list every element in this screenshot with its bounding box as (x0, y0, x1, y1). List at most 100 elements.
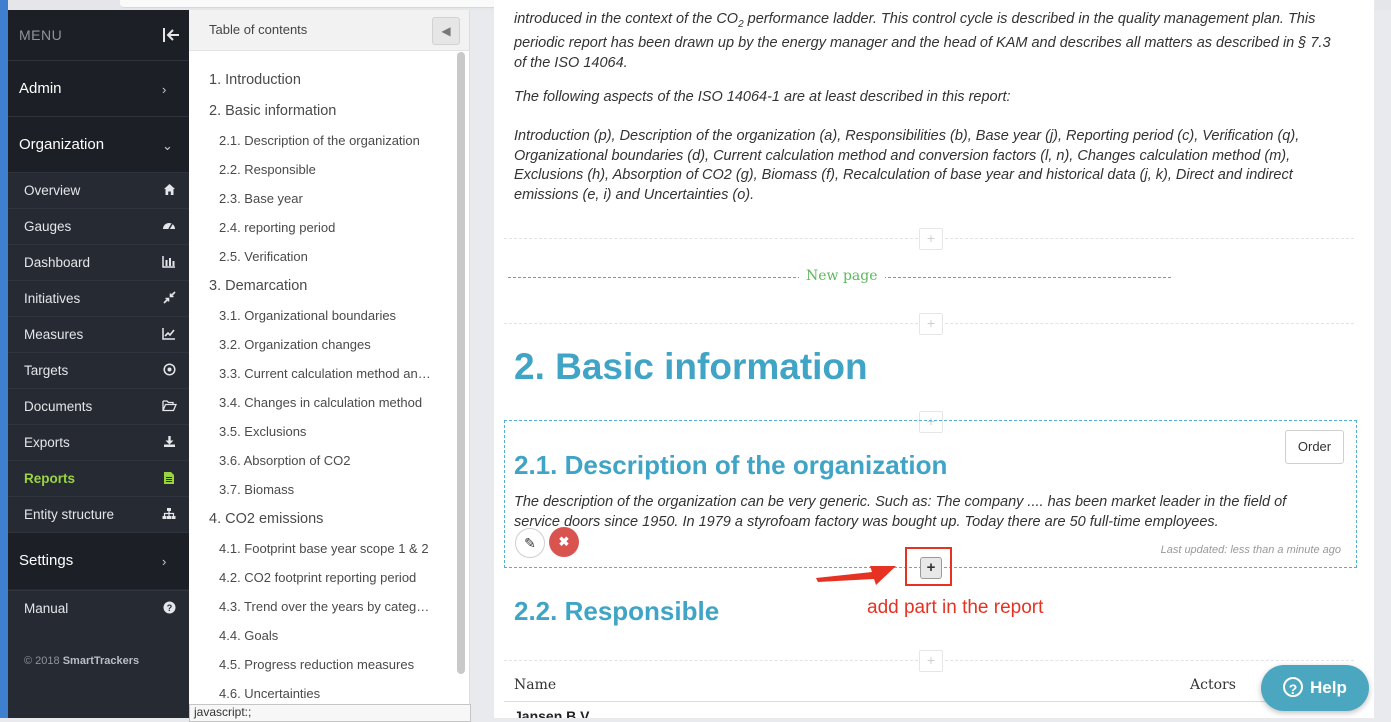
toc-item[interactable]: 3.1. Organizational boundaries (219, 308, 434, 323)
annotation-highlight-box (905, 547, 952, 586)
close-icon: ✖ (558, 534, 570, 549)
aspects-intro: The following aspects of the ISO 14064-1… (514, 89, 1011, 105)
sidebar-group-label: Admin (19, 80, 62, 97)
new-page-label: New page (799, 268, 885, 284)
toc-item[interactable]: 4.5. Progress reduction measures (219, 657, 434, 672)
pencil-icon: ✎ (524, 535, 536, 551)
subsection-heading: 2.1. Description of the organization (514, 450, 948, 480)
sidebar-item-initiatives[interactable]: Initiatives (8, 280, 189, 317)
copyright: © 2018 SmartTrackers (24, 655, 139, 667)
toc-scrollbar[interactable] (457, 52, 465, 674)
sidebar-item-targets[interactable]: Targets (8, 352, 189, 389)
sidebar-group-label: Organization (19, 136, 105, 153)
sidebar-item-label: Targets (24, 363, 69, 378)
toc-item[interactable]: 3.2. Organization changes (219, 337, 434, 352)
compress-icon (162, 291, 176, 305)
table-header-actors: Actors (1190, 677, 1236, 693)
line-chart-icon (162, 327, 176, 341)
toc-item[interactable]: 4.3. Trend over the years by category (219, 599, 434, 614)
report-editor: introduced in the context of the CO2 per… (494, 0, 1374, 718)
toc-item[interactable]: 4. CO2 emissions (209, 511, 444, 527)
copyright-year: © 2018 (24, 655, 60, 667)
bar-chart-icon (162, 255, 176, 269)
sidebar-item-label: Reports (24, 471, 76, 486)
chevron-left-icon: ◀ (441, 24, 451, 38)
sidebar-group-admin[interactable]: Admin › (8, 60, 189, 117)
insert-part-button[interactable]: + (919, 313, 943, 335)
svg-text:?: ? (166, 603, 172, 613)
help-label: Help (1310, 678, 1347, 697)
sidebar-group-settings[interactable]: Settings › (8, 532, 189, 589)
chevron-down-icon: ⌄ (162, 138, 173, 153)
subsection-heading: 2.2. Responsible (514, 596, 720, 626)
tachometer-icon (162, 219, 176, 233)
table-cell-name: Jansen B.V. (514, 708, 593, 718)
sidebar-item-overview[interactable]: Overview (8, 172, 189, 209)
annotation-arrow-icon (816, 566, 896, 585)
toc-item[interactable]: 4.2. CO2 footprint reporting period (219, 570, 434, 585)
sidebar-item-entity-structure[interactable]: Entity structure (8, 496, 189, 533)
sidebar-item-label: Documents (24, 399, 93, 414)
sidebar-item-label: Initiatives (24, 291, 81, 306)
insert-part-button[interactable]: + (919, 650, 943, 672)
toc-title: Table of contents (209, 22, 308, 37)
browser-status-bar: javascript:; (189, 704, 471, 722)
section-heading: 2. Basic information (514, 346, 868, 387)
delete-part-button[interactable]: ✖ (549, 527, 579, 557)
toc-item[interactable]: 4.4. Goals (219, 628, 434, 643)
sidebar-item-label: Exports (24, 435, 70, 450)
toc-header: Table of contents ◀ (189, 10, 469, 51)
sidebar-item-dashboard[interactable]: Dashboard (8, 244, 189, 281)
sidebar-item-reports[interactable]: Reports (8, 460, 189, 497)
edit-part-button[interactable]: ✎ (515, 528, 545, 558)
sidebar-item-label: Gauges (24, 219, 72, 234)
collapse-toc-button[interactable]: ◀ (432, 17, 460, 45)
toc-item[interactable]: 4.6. Uncertainties (219, 686, 434, 701)
collapse-sidebar-icon[interactable] (162, 27, 180, 43)
help-button[interactable]: ? Help (1261, 665, 1369, 711)
sidebar-item-documents[interactable]: Documents (8, 388, 189, 425)
sidebar-item-label: Manual (24, 601, 69, 616)
sidebar-item-gauges[interactable]: Gauges (8, 208, 189, 245)
annotation-label: add part in the report (867, 597, 1044, 618)
last-updated-text: Last updated: less than a minute ago (1160, 544, 1341, 556)
bullseye-icon (162, 363, 176, 377)
chevron-right-icon: › (162, 82, 167, 97)
table-header-name: Name (514, 677, 557, 693)
sidebar-item-manual[interactable]: Manual ? (8, 590, 189, 627)
toc-item[interactable]: 2.1. Description of the organization (219, 133, 434, 148)
toc-item[interactable]: 2. Basic information (209, 103, 444, 119)
sidebar-item-exports[interactable]: Exports (8, 424, 189, 461)
toc-item[interactable]: 2.3. Base year (219, 191, 434, 206)
folder-open-icon (162, 399, 177, 413)
window-left-edge (0, 0, 8, 718)
home-icon (162, 183, 176, 197)
toc-item[interactable]: 2.5. Verification (219, 249, 434, 264)
toc-item[interactable]: 3.3. Current calculation method and conv… (219, 366, 434, 381)
copyright-brand: SmartTrackers (62, 655, 140, 667)
toc-item[interactable]: 3. Demarcation (209, 278, 444, 294)
sidebar-item-measures[interactable]: Measures (8, 316, 189, 353)
sidebar-item-label: Dashboard (24, 255, 91, 270)
intro-text: introduced in the context of the CO (514, 11, 739, 27)
organization-description: The description of the organization can … (514, 494, 1287, 530)
sidebar-header: MENU (8, 10, 189, 60)
order-button[interactable]: Order (1285, 430, 1344, 464)
toc-item[interactable]: 3.4. Changes in calculation method (219, 395, 434, 410)
toc-item[interactable]: 2.2. Responsible (219, 162, 434, 177)
toc-item[interactable]: 3.6. Absorption of CO2 (219, 453, 434, 468)
sidebar-item-label: Overview (24, 183, 81, 198)
toc-item[interactable]: 3.5. Exclusions (219, 424, 434, 439)
toc-item[interactable]: 3.7. Biomass (219, 482, 434, 497)
aspects-list: Introduction (p), Description of the org… (514, 128, 1300, 203)
sidebar-group-organization[interactable]: Organization ⌄ (8, 116, 189, 173)
download-icon (162, 435, 176, 449)
intro-paragraph: introduced in the context of the CO2 per… (514, 10, 1334, 73)
sidebar-item-label: Entity structure (24, 507, 115, 522)
toc-item[interactable]: 2.4. reporting period (219, 220, 434, 235)
table-divider (504, 701, 1354, 702)
question-icon: ? (1283, 677, 1303, 697)
toc-item[interactable]: 1. Introduction (209, 72, 444, 88)
insert-part-button[interactable]: + (919, 228, 943, 250)
toc-item[interactable]: 4.1. Footprint base year scope 1 & 2 (219, 541, 434, 556)
